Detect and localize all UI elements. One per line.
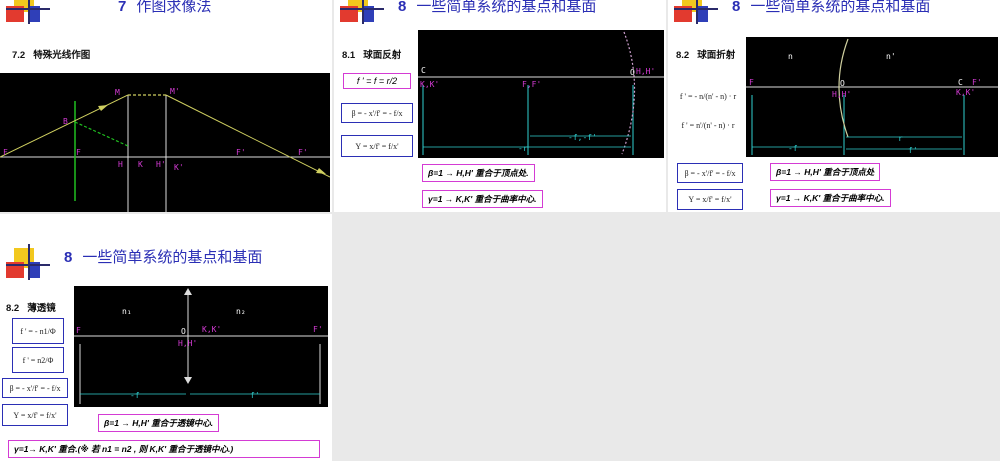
slide-subtitle: 8.1 球面反射 [342, 50, 402, 61]
principal-points-note: β=1 → H,H' 重合于透镜中心. [98, 414, 220, 432]
focal-distance-label: -f [130, 391, 140, 400]
hhp-label: H,H' [636, 67, 655, 76]
magnification-gamma-formula: Υ = x/f' = f/x' [677, 189, 743, 210]
slide-logo-icon [674, 0, 718, 24]
slide-logo-icon [340, 0, 384, 24]
principal-points-note: β=1 → H,H' 重合于顶点处 [770, 163, 881, 181]
radius-label: -r [518, 144, 528, 153]
magnification-beta-formula: β = - x'/f' = - f/x [677, 163, 743, 183]
slide-logo-icon [6, 244, 50, 280]
focal-f-label: F [749, 78, 754, 87]
vertex-o-label: O [840, 79, 845, 88]
focal-length-formula: f ' = f = r/2 [343, 73, 411, 89]
point-f-label: F [76, 148, 81, 157]
kkp-label: K,K' [420, 80, 439, 89]
slide-title: 8 一些简单系统的基点和基面 [398, 0, 597, 15]
center-c-label: C [421, 66, 426, 75]
image-focal-formula: f ' = n'/(n' - n) · r [673, 112, 743, 138]
image-focal-distance-label: f' [250, 391, 260, 400]
radius-label: r [898, 134, 903, 143]
object-focal-formula: f ' = - n1/Φ [12, 318, 64, 344]
point-mp-label: M' [170, 87, 180, 96]
magnification-gamma-formula: Υ = x/f' = f/x' [341, 135, 413, 157]
point-h-label: H [118, 160, 123, 169]
focal-fp-right-label: F' [298, 148, 308, 157]
center-c-label: C [958, 78, 963, 87]
point-b-label: B [63, 117, 68, 126]
image-focal-formula: f ' = n2/Φ [12, 347, 64, 373]
point-hp-label: H' [156, 160, 166, 169]
slide-title: 8 一些简单系统的基点和基面 [732, 0, 931, 15]
slide-title: 8 一些简单系统的基点和基面 [64, 249, 263, 266]
hhp-label: H,H' [178, 339, 197, 348]
slide-title: 7 作图求像法 [118, 0, 212, 15]
focal-fp-mid-label: F' [236, 148, 246, 157]
slide-thumbnail-3[interactable]: 8 一些简单系统的基点和基面 8.2 球面折射 f ' = - n/(n' - n)… [668, 0, 1000, 212]
nodal-points-note: γ=1 → K,K' 重合于曲率中心. [770, 189, 891, 207]
center-o-label: O [181, 327, 186, 336]
slide-subtitle: 7.2 特殊光线作图 [12, 50, 91, 61]
principal-points-note: β=1 → H,H' 重合于顶点处. [422, 164, 535, 182]
point-kp-label: K' [174, 163, 184, 172]
object-focal-formula: f ' = - n/(n' - n) · r [673, 83, 743, 109]
slide-thumbnail-1[interactable]: 7 作图求像法 7.2 特殊光线作图 M M' B F F H K H' K' F'… [0, 0, 332, 212]
nodal-points-note: γ=1 → K,K' 重合于曲率中心. [422, 190, 543, 208]
optics-diagram: n n' F O H,H' C F' K,K' -f r f' [746, 37, 998, 157]
focal-distance-label: -f [788, 144, 798, 153]
ffp-label: F,F' [522, 80, 541, 89]
magnification-beta-formula: β = - x'/f' = - f/x [2, 378, 68, 398]
slide-logo-icon [6, 0, 50, 24]
image-focal-distance-label: f' [908, 146, 918, 155]
focal-fp-label: F' [972, 78, 982, 87]
point-m-label: M [115, 88, 120, 97]
focal-f-left-label: F [3, 148, 8, 157]
medium-n1-label: n₁ [122, 307, 132, 316]
kkp-label: K,K' [202, 325, 221, 334]
hhp-label: H,H' [832, 90, 851, 99]
optics-diagram: C K,K' F,F' O H,H' -r -f,-f' [418, 30, 664, 158]
focal-f-label: F [76, 326, 81, 335]
slide-subtitle: 8.2 球面折射 [676, 50, 736, 61]
slide-thumbnail-2[interactable]: 8 一些简单系统的基点和基面 8.1 球面反射 f ' = f = r/2 β = … [334, 0, 666, 212]
vertex-o-label: O [630, 68, 635, 77]
optics-diagram: M M' B F F H K H' K' F' F' [0, 73, 330, 212]
point-k-label: K [138, 160, 143, 169]
kkp-label: K,K' [956, 88, 975, 97]
slide-thumbnail-4[interactable]: 8 一些简单系统的基点和基面 8.2 薄透镜 f ' = - n1/Φ f ' = … [0, 214, 332, 461]
nodal-points-note: γ=1→ K,K' 重合.(※ 若 n1 = n2 , 则 K,K' 重合于透镜… [8, 440, 320, 458]
medium-np-label: n' [886, 52, 896, 61]
optics-diagram: n₁ n₂ F O K,K' F' H,H' -f f' [74, 286, 328, 407]
medium-n-label: n [788, 52, 793, 61]
magnification-beta-formula: β = - x'/f' = - f/x [341, 103, 413, 123]
slide-subtitle: 8.2 薄透镜 [6, 303, 56, 314]
magnification-gamma-formula: Υ = x/f' = f/x' [2, 404, 68, 426]
focal-distance-label: -f,-f' [568, 133, 597, 142]
focal-fp-label: F' [313, 325, 323, 334]
medium-n2-label: n₂ [236, 307, 246, 316]
